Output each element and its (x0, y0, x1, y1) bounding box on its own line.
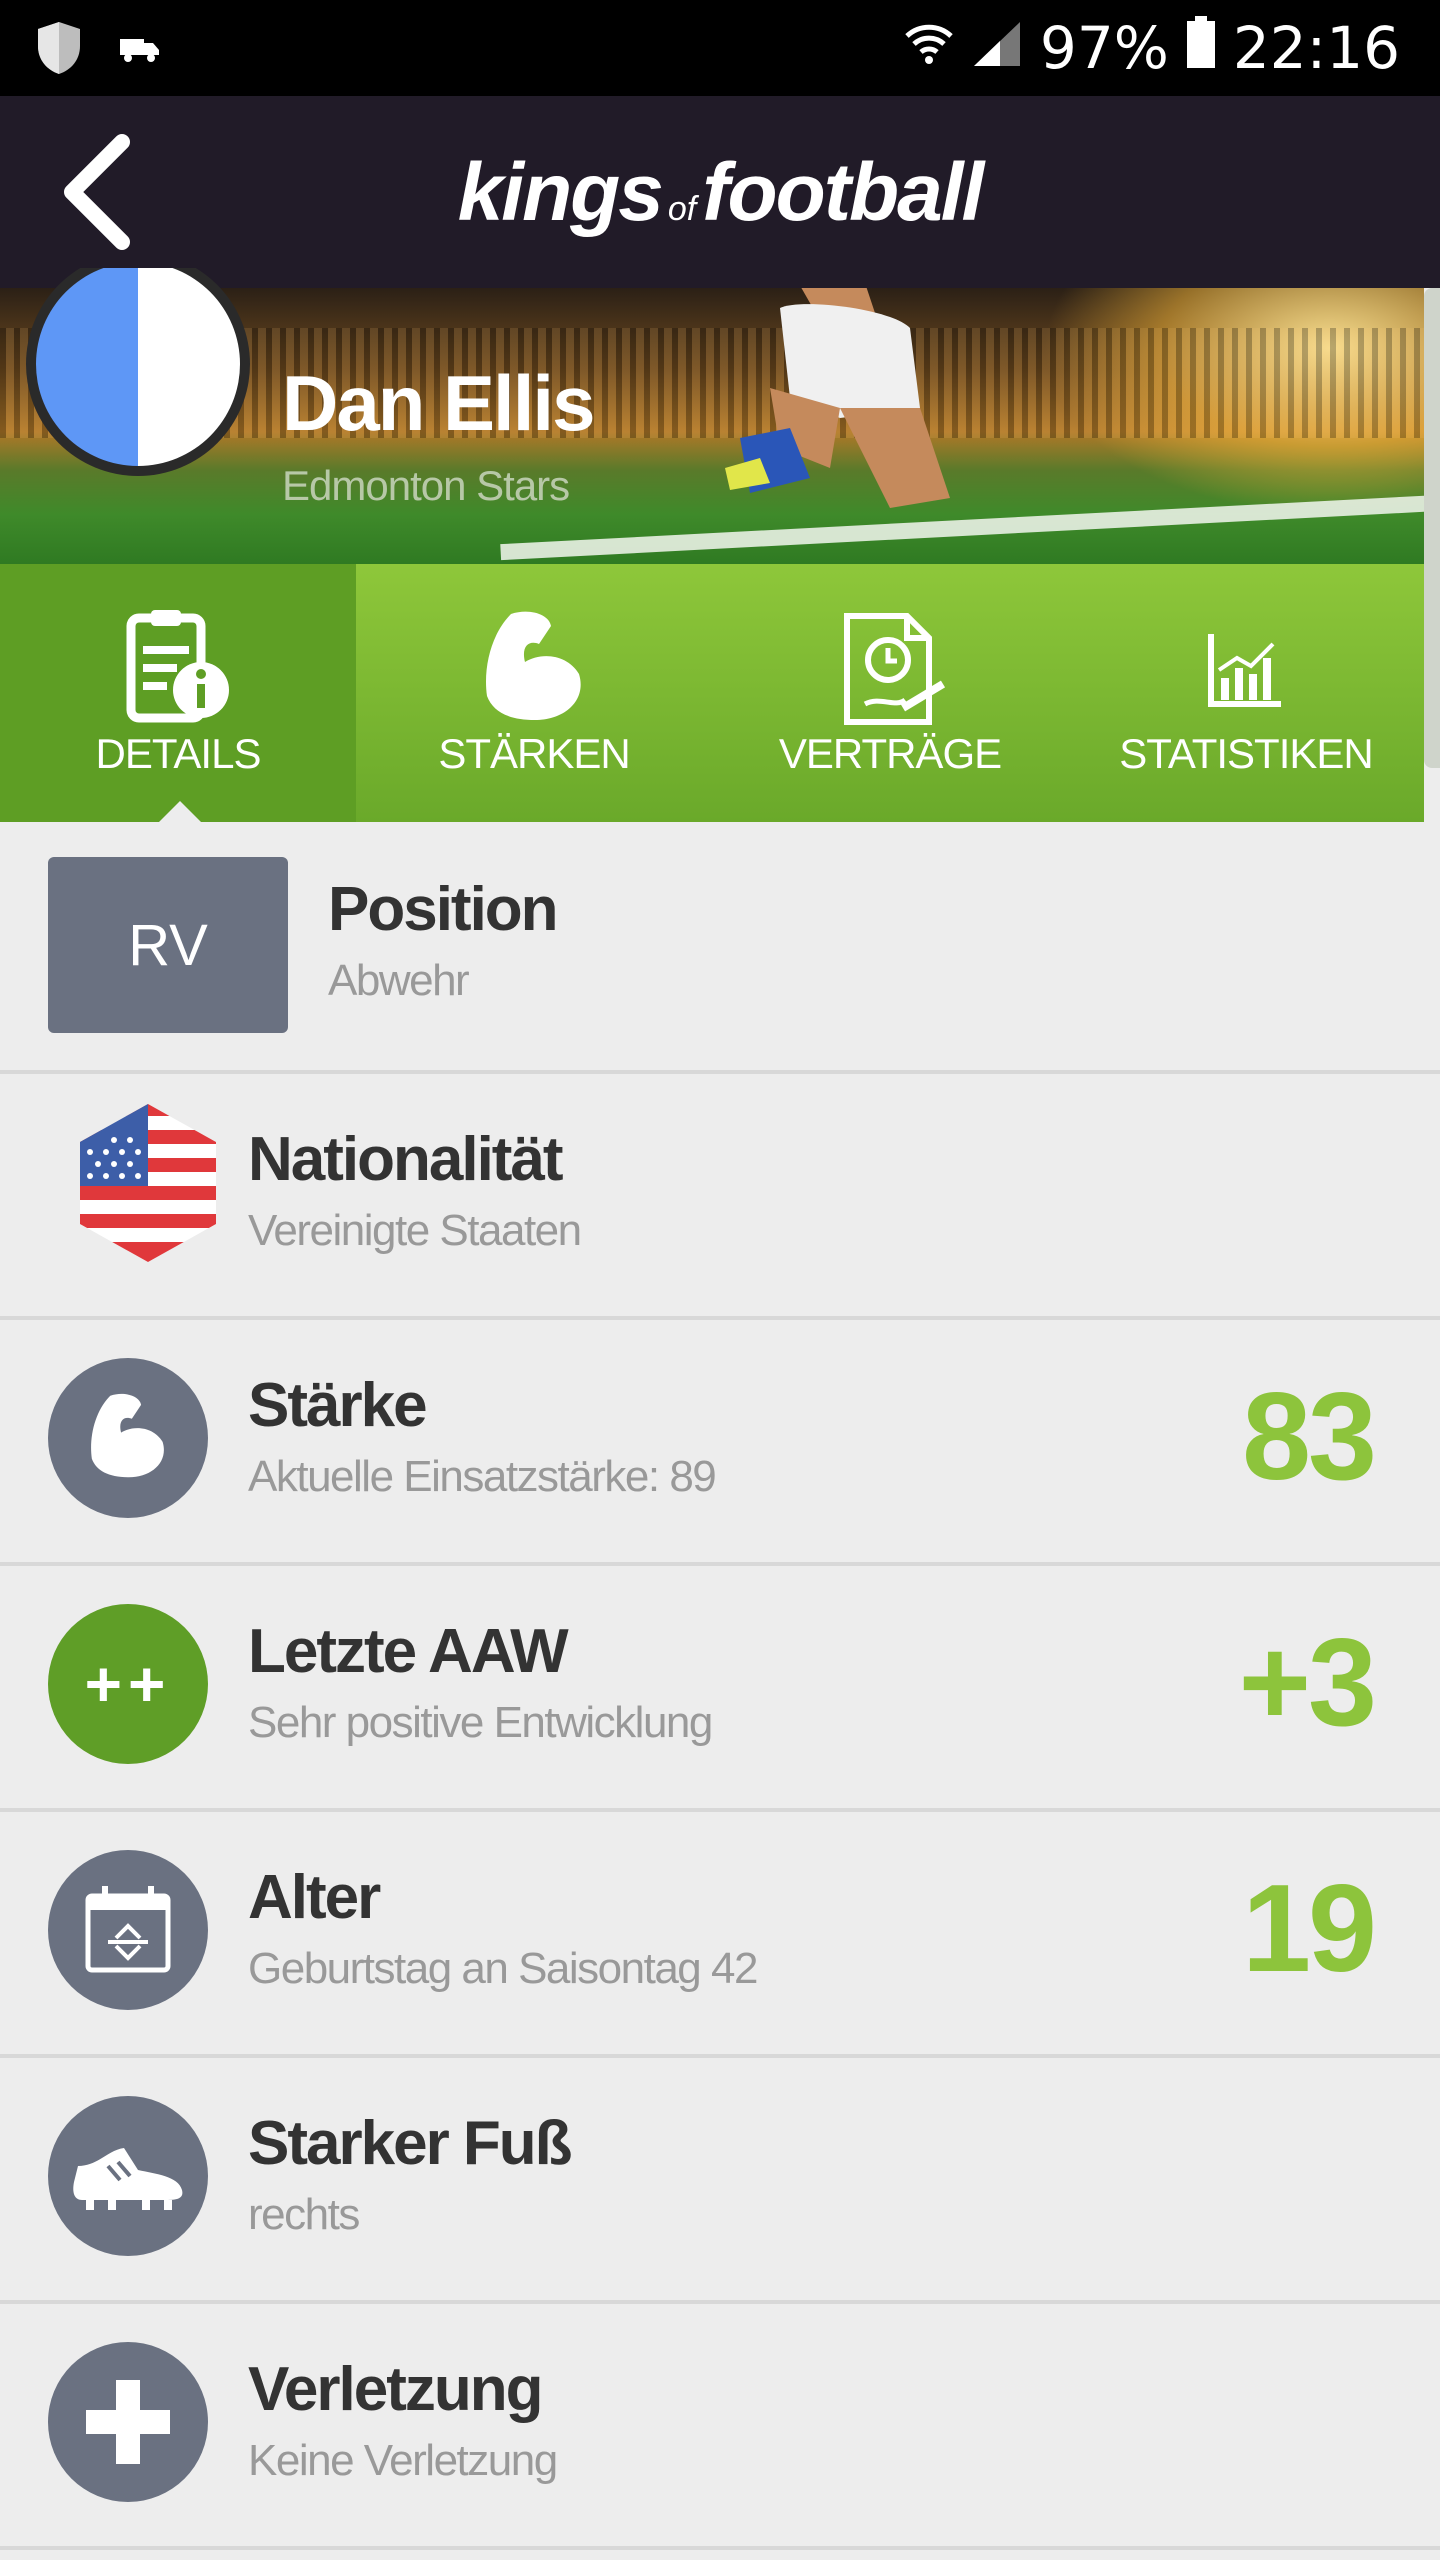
battery-icon (1186, 14, 1215, 82)
foot-value: rechts (248, 2190, 360, 2239)
strength-value: 83 (1242, 1368, 1377, 1506)
status-bar: 97% 22:16 (0, 0, 1440, 96)
bicep-icon (48, 1358, 208, 1518)
details-info-icon (0, 604, 356, 734)
contract-icon (712, 604, 1068, 734)
tab-statistiken-label: STATISTIKEN (1119, 730, 1373, 777)
tab-details-label: DETAILS (95, 730, 262, 777)
tab-staerken[interactable]: STÄRKEN (356, 564, 712, 822)
tab-vertraege[interactable]: VERTRÄGE (712, 564, 1068, 822)
scroll-edge (1424, 288, 1440, 768)
club-badge-avatar (26, 268, 250, 476)
injury-value: Keine Verletzung (248, 2436, 558, 2485)
logo-word-football: football (702, 147, 984, 238)
nationality-title: Nationalität (248, 1125, 564, 1194)
trend-icon-text: ++ (84, 1648, 172, 1720)
position-title: Position (328, 875, 559, 944)
truck-icon (120, 33, 160, 68)
medical-cross-icon (48, 2342, 208, 2502)
development-value: +3 (1238, 1614, 1377, 1752)
clock: 22:16 (1232, 14, 1400, 82)
logo-word-of: of (667, 190, 697, 228)
tab-bar: DETAILS STÄRKEN VERTRÄGE STATISTIKEN (0, 564, 1424, 823)
age-subtitle: Geburtstag an Saisontag 42 (248, 1944, 758, 1993)
active-tab-pointer (158, 801, 202, 823)
age-value: 19 (1242, 1860, 1377, 1998)
positive-trend-icon: ++ (48, 1604, 208, 1764)
shield-icon (34, 20, 84, 81)
tab-staerken-label: STÄRKEN (438, 730, 630, 777)
us-flag-icon (80, 1104, 216, 1262)
app-logo: kings offootball (0, 146, 1440, 240)
tab-vertraege-label: VERTRÄGE (778, 730, 1002, 777)
bar-chart-icon (1068, 604, 1424, 734)
row-position: RV Position Abwehr (0, 822, 1440, 1074)
row-age: Alter Geburtstag an Saisontag 42 19 (0, 1812, 1440, 2058)
row-development: ++ Letzte AAW Sehr positive Entwicklung … (0, 1566, 1440, 1812)
row-strong-foot: Starker Fuß rechts (0, 2058, 1440, 2304)
calendar-icon (48, 1850, 208, 2010)
player-club: Edmonton Stars (282, 462, 570, 509)
player-name: Dan Ellis (282, 359, 595, 447)
app-bar: kings offootball (0, 96, 1440, 288)
battery-percent: 97% (1039, 14, 1169, 82)
position-value: Abwehr (328, 956, 470, 1005)
row-strength: Stärke Aktuelle Einsatzstärke: 89 83 (0, 1320, 1440, 1566)
development-title: Letzte AAW (248, 1617, 569, 1686)
football-boot-icon (48, 2096, 208, 2256)
detail-list: RV Position Abwehr Nationalität Vereinig… (0, 822, 1440, 2550)
kneeling-player-image (725, 288, 950, 508)
row-nationality: Nationalität Vereinigte Staaten (0, 1074, 1440, 1320)
strength-title: Stärke (248, 1371, 428, 1440)
wifi-icon (904, 14, 954, 82)
row-injury: Verletzung Keine Verletzung (0, 2304, 1440, 2550)
position-badge: RV (48, 857, 288, 1033)
nationality-value: Vereinigte Staaten (248, 1206, 582, 1255)
development-subtitle: Sehr positive Entwicklung (248, 1698, 713, 1747)
age-title: Alter (248, 1863, 381, 1932)
strength-subtitle: Aktuelle Einsatzstärke: 89 (248, 1452, 717, 1501)
tab-details[interactable]: DETAILS (0, 564, 356, 823)
flexed-bicep-icon (356, 604, 712, 734)
logo-word-kings: kings (457, 147, 664, 238)
signal-icon (972, 14, 1022, 82)
injury-title: Verletzung (248, 2355, 544, 2424)
foot-title: Starker Fuß (248, 2109, 573, 2178)
tab-statistiken[interactable]: STATISTIKEN (1068, 564, 1424, 822)
